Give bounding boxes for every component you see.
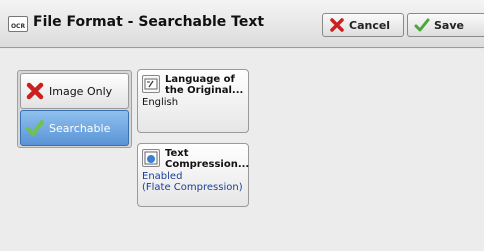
language-label: Language of the Original... bbox=[165, 74, 243, 96]
compression-icon bbox=[142, 149, 160, 167]
title-bar: OCR File Format - Searchable Text Cancel… bbox=[0, 0, 484, 48]
option-label: Image Only bbox=[49, 84, 113, 98]
language-of-original-button[interactable]: Language of the Original... English bbox=[137, 69, 249, 133]
red-x-icon bbox=[25, 81, 45, 101]
ocr-icon-label: OCR bbox=[10, 23, 26, 30]
language-value: English bbox=[142, 97, 179, 108]
compression-label: Text Compression... bbox=[165, 148, 249, 170]
compression-label-line2: Compression... bbox=[165, 159, 250, 170]
green-check-icon bbox=[25, 118, 45, 138]
red-x-icon bbox=[329, 17, 345, 33]
cancel-button[interactable]: Cancel bbox=[322, 13, 404, 37]
text-compression-button[interactable]: Text Compression... Enabled (Flate Compr… bbox=[137, 143, 249, 207]
option-label: Searchable bbox=[49, 121, 111, 135]
language-icon bbox=[142, 75, 160, 93]
cancel-label: Cancel bbox=[349, 18, 391, 32]
language-label-line2: the Original... bbox=[165, 85, 244, 96]
green-check-icon bbox=[414, 17, 430, 33]
main-content: Image Only Searchable Language of the Or… bbox=[0, 49, 484, 251]
file-format-options: Image Only Searchable bbox=[17, 70, 132, 148]
compression-value-line2: (Flate Compression) bbox=[142, 182, 243, 193]
option-searchable[interactable]: Searchable bbox=[20, 110, 129, 146]
option-image-only[interactable]: Image Only bbox=[20, 73, 129, 109]
page-title: File Format - Searchable Text bbox=[33, 14, 265, 30]
language-label-line1: Language of bbox=[165, 74, 235, 85]
save-button[interactable]: Save bbox=[407, 13, 484, 37]
save-label: Save bbox=[434, 18, 464, 32]
compression-label-line1: Text bbox=[165, 148, 189, 159]
ocr-icon: OCR bbox=[8, 16, 28, 32]
compression-value-line1: Enabled bbox=[142, 171, 183, 182]
